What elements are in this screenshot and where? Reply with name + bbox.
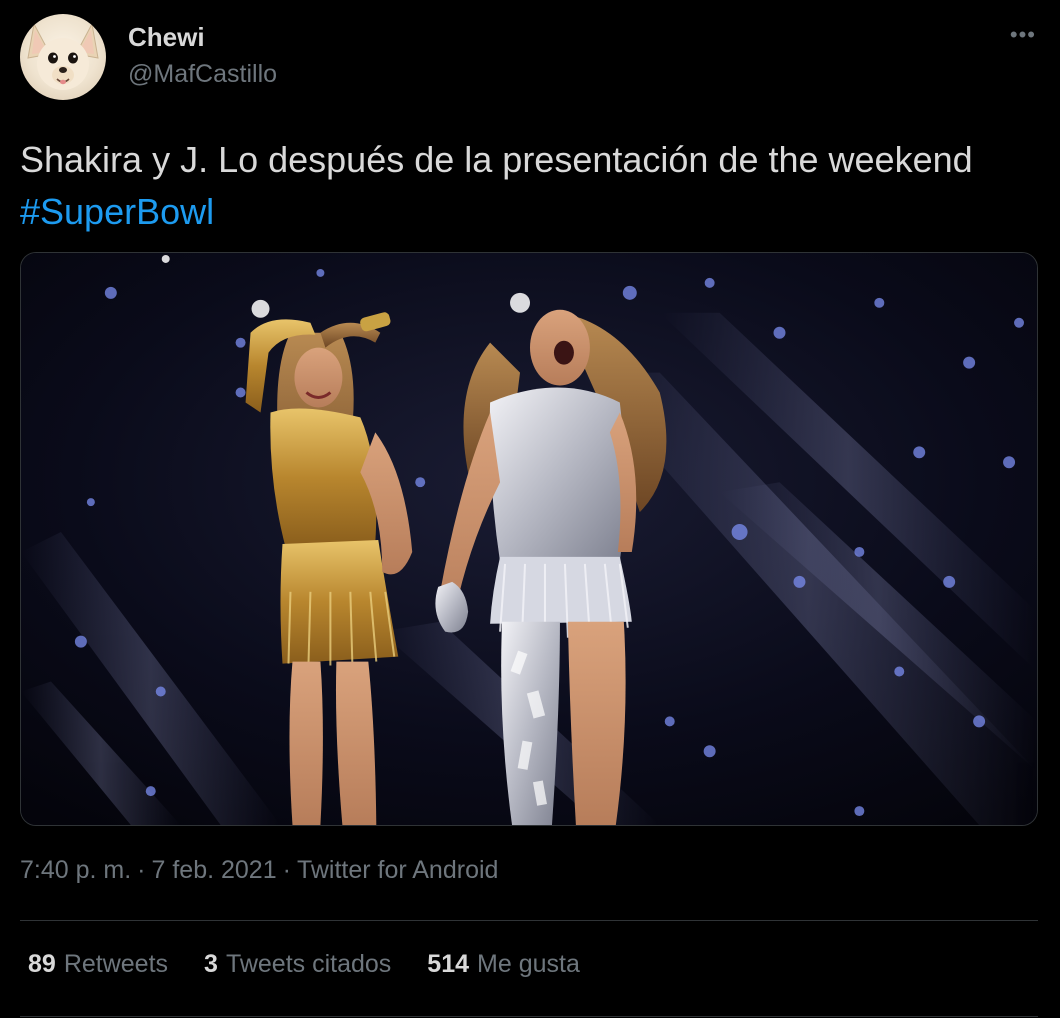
tweet-time[interactable]: 7:40 p. m.	[20, 856, 131, 884]
tweet-media-photo[interactable]	[20, 252, 1038, 826]
avatar[interactable]	[20, 14, 106, 100]
quote-tweets-stat[interactable]: 3 Tweets citados	[204, 950, 391, 979]
tweet-date[interactable]: 7 feb. 2021	[152, 856, 277, 884]
chihuahua-avatar-icon	[27, 22, 99, 90]
tweet-text: Shakira y J. Lo después de la presentaci…	[20, 134, 1030, 238]
tweet: Chewi @MafCastillo ••• Shakira y J. Lo d…	[0, 0, 1060, 1018]
user-handle[interactable]: @MafCastillo	[128, 60, 277, 89]
concert-photo	[21, 253, 1037, 825]
likes-label: Me gusta	[477, 950, 580, 978]
likes-stat[interactable]: 514 Me gusta	[427, 950, 580, 979]
likes-count: 514	[427, 950, 470, 978]
retweets-stat[interactable]: 89 Retweets	[28, 950, 168, 979]
retweets-label: Retweets	[63, 950, 169, 978]
tweet-source[interactable]: Twitter for Android	[297, 856, 498, 884]
meta-separator: ·	[137, 856, 146, 884]
hashtag-link[interactable]: #SuperBowl	[20, 191, 214, 232]
tweet-meta: 7:40 p. m. · 7 feb. 2021 · Twitter for Andro…	[20, 856, 498, 885]
quote-tweets-count: 3	[204, 950, 218, 978]
more-options-icon[interactable]: •••	[1010, 22, 1036, 48]
tweet-text-body: Shakira y J. Lo después de la presentaci…	[20, 139, 973, 180]
retweets-count: 89	[28, 950, 56, 978]
user-name[interactable]: Chewi	[128, 22, 205, 53]
divider-bottom	[20, 1016, 1038, 1017]
quote-tweets-label: Tweets citados	[225, 950, 392, 978]
divider	[20, 920, 1038, 921]
meta-separator-2: ·	[282, 856, 291, 884]
tweet-stats: 89 Retweets 3 Tweets citados 514 Me gusta	[28, 950, 580, 979]
